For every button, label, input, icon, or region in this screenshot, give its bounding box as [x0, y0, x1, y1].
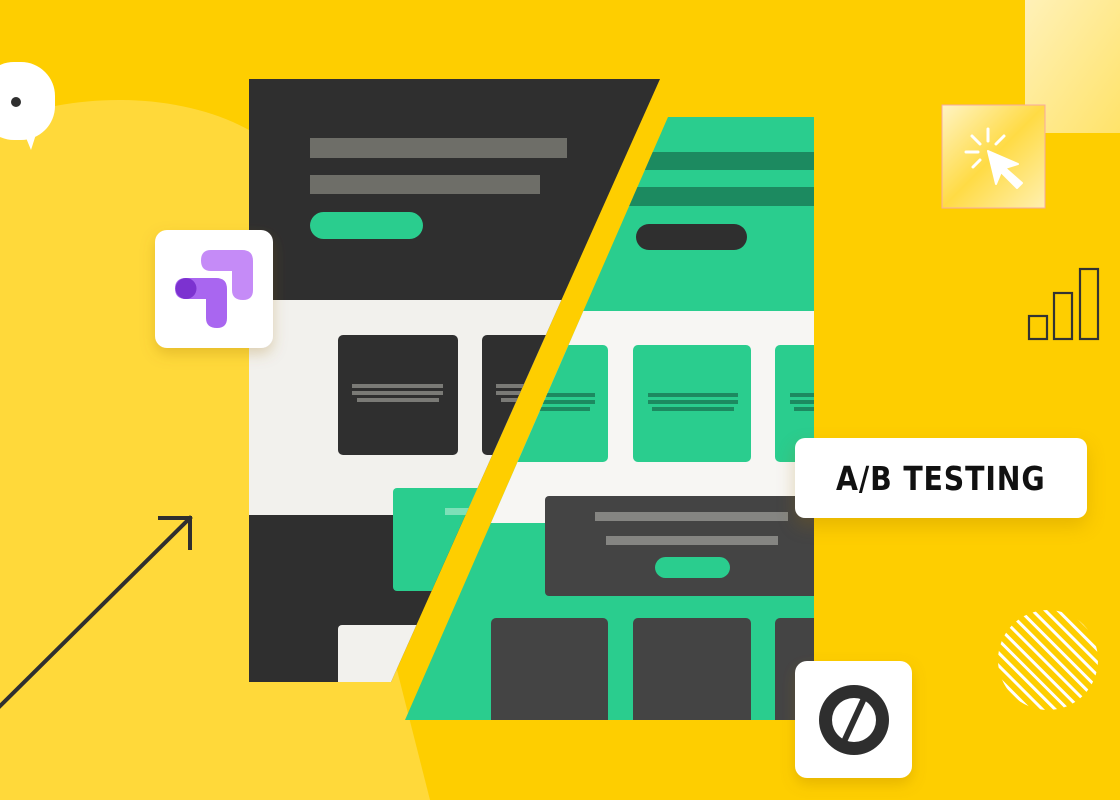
cta-button-shape: [310, 212, 423, 239]
unbounce-logo: [795, 661, 912, 778]
cursor-click-icon: [941, 104, 1046, 209]
bar-chart-icon: [1027, 267, 1100, 341]
cta-button-shape: [636, 224, 747, 250]
dark-banner: [545, 496, 814, 596]
google-optimize-logo: [155, 230, 273, 348]
hatched-circle-decoration: [998, 610, 1098, 710]
illustration: [0, 0, 1120, 800]
card: [633, 618, 751, 720]
headline-bar: [310, 175, 540, 194]
ab-testing-badge: A/B TESTING: [795, 438, 1087, 518]
ab-testing-label: A/B TESTING: [836, 458, 1046, 498]
card: [633, 345, 751, 462]
card: [338, 335, 458, 455]
headline-bar: [310, 138, 567, 158]
card: [491, 618, 608, 720]
